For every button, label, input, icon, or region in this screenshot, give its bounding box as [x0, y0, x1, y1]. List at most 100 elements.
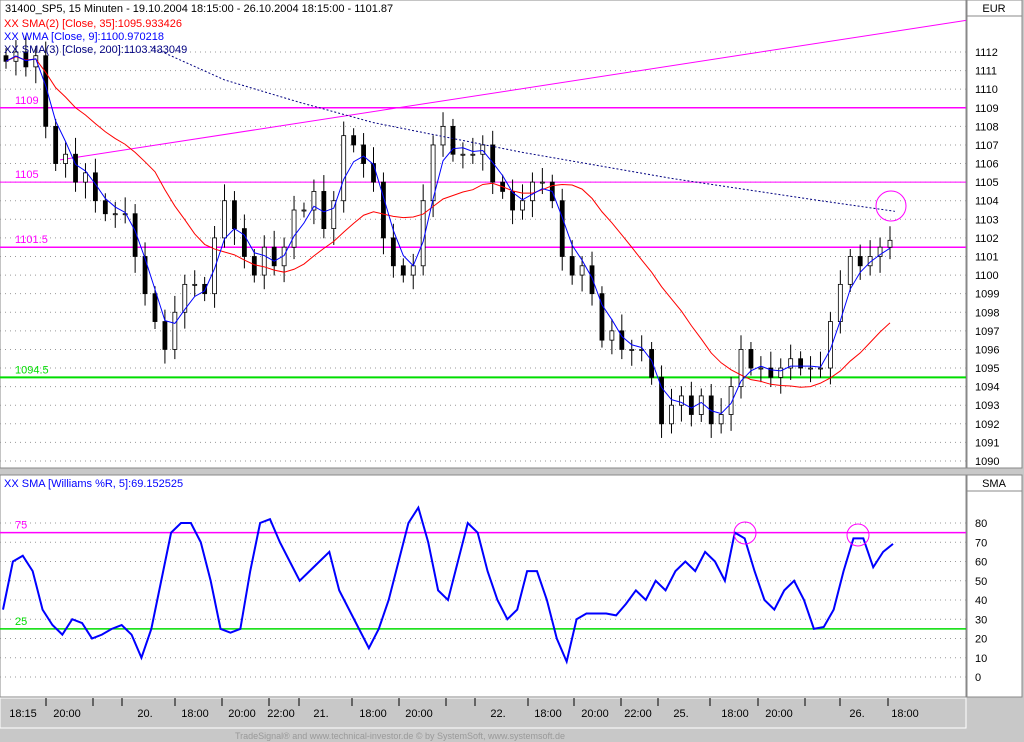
legend-williams[interactable]: XX SMA [Williams %R, 5]:69.152525	[4, 478, 183, 490]
indicator-tick-label: 60	[975, 557, 987, 569]
price-tick-label: 1107	[975, 140, 999, 152]
legend-sma35[interactable]: XX SMA(2) [Close, 35]:1095.933426	[4, 18, 182, 30]
price-tick-label: 1091	[975, 437, 999, 449]
indicator-tick-label: 20	[975, 634, 987, 646]
time-tick-label: 18:00	[181, 708, 209, 720]
candle	[222, 200, 227, 239]
indicator-tick-label: 30	[975, 614, 987, 626]
candle	[390, 237, 396, 267]
candle	[758, 367, 764, 370]
price-tick-label: 1112	[975, 47, 998, 59]
candle	[569, 256, 575, 276]
candle	[341, 135, 347, 202]
candle	[579, 265, 585, 276]
time-tick-label: 18:00	[891, 708, 919, 720]
candle	[73, 153, 78, 183]
candle	[460, 153, 466, 156]
indicator-tick-label: 10	[975, 653, 987, 665]
candle	[172, 311, 178, 350]
candle	[629, 349, 635, 351]
time-tick-label: 18:15	[9, 708, 37, 720]
time-tick-label: 20:00	[405, 708, 433, 720]
candle	[152, 293, 158, 322]
time-tick-label: 22.	[490, 708, 505, 720]
time-tick-label: 18:00	[534, 708, 562, 720]
horizontal-line-label: 1101.5	[15, 234, 48, 246]
candle	[510, 191, 515, 211]
time-tick-label: 18:00	[721, 708, 749, 720]
price-tick-label: 1105	[975, 177, 999, 189]
chart-window: EUR 1090 1091 1092 1093 1094 1095 1096 1097 1098…	[0, 0, 1023, 741]
footer-credit: TradeSignal® and www.technical-investor.…	[235, 731, 565, 741]
horizontal-line-label: 1109	[15, 95, 39, 107]
time-tick-label: 22:00	[267, 708, 295, 720]
time-tick-label: 25.	[673, 708, 688, 720]
candle	[53, 125, 59, 164]
price-tick-label: 1103	[975, 214, 999, 226]
candle	[679, 395, 684, 406]
price-tick-label: 1111	[975, 66, 997, 78]
price-tick-label: 1092	[975, 419, 999, 431]
candle	[559, 200, 565, 257]
candle	[420, 200, 426, 267]
indicator-tick-label: 80	[975, 518, 987, 530]
price-tick-label: 1096	[975, 344, 999, 356]
candle	[251, 256, 257, 276]
candle	[490, 144, 496, 183]
candle	[778, 367, 784, 378]
price-panel[interactable]	[0, 0, 967, 469]
candle	[232, 200, 237, 230]
price-tick-label: 1098	[975, 307, 999, 319]
candle	[808, 367, 813, 370]
indicator-tick-label: 40	[975, 595, 987, 607]
candle	[539, 181, 545, 184]
time-tick-label: 20:00	[228, 708, 256, 720]
candle	[887, 239, 893, 248]
candle	[291, 209, 297, 248]
time-tick-label: 20:00	[765, 708, 793, 720]
candle	[102, 200, 108, 215]
candle	[83, 172, 88, 183]
indicator-tick-label: 70	[975, 537, 987, 549]
price-tick-label: 1110	[975, 84, 998, 96]
candle	[748, 349, 754, 369]
time-tick-label: 18:00	[359, 708, 387, 720]
price-tick-label: 1104	[975, 196, 999, 208]
price-tick-label: 1097	[975, 326, 999, 338]
time-tick-label: 26.	[849, 708, 864, 720]
legend-wma9[interactable]: XX WMA [Close, 9]:1100.970218	[4, 31, 164, 43]
candle	[351, 135, 357, 146]
horizontal-line-label: 1105	[15, 169, 39, 181]
candle	[669, 404, 674, 425]
candle	[718, 414, 724, 425]
time-tick-label: 22:00	[624, 708, 652, 720]
candle	[381, 181, 386, 239]
indicator-tick-label: 0	[975, 672, 981, 684]
time-tick-label: 21.	[313, 708, 328, 720]
horizontal-line-label: 1094.5	[15, 364, 49, 376]
candle	[818, 367, 823, 370]
candle	[470, 153, 476, 156]
candle	[261, 246, 267, 276]
candle	[440, 125, 446, 146]
price-tick-label: 1090	[975, 456, 999, 468]
candle	[361, 144, 366, 164]
indicator-tick-label: 50	[975, 576, 987, 588]
candle	[202, 283, 208, 295]
candle	[241, 228, 247, 257]
currency-label: EUR	[982, 3, 1005, 15]
candle	[609, 330, 615, 341]
candle	[410, 265, 416, 276]
price-tick-label: 1109	[975, 103, 999, 115]
price-tick-label: 1102	[975, 233, 999, 245]
price-tick-label: 1099	[975, 289, 999, 301]
candle	[400, 265, 406, 276]
indicator-axis-label: SMA	[982, 478, 1007, 490]
price-tick-label: 1106	[975, 159, 999, 171]
candle	[857, 256, 863, 267]
candle	[301, 209, 307, 212]
time-tick-label: 20:00	[53, 708, 81, 720]
candle	[162, 321, 168, 350]
indicator-panel[interactable]	[0, 474, 967, 698]
legend-sma200[interactable]: XX SMA(3) [Close, 200]:1103.433049	[4, 44, 187, 56]
